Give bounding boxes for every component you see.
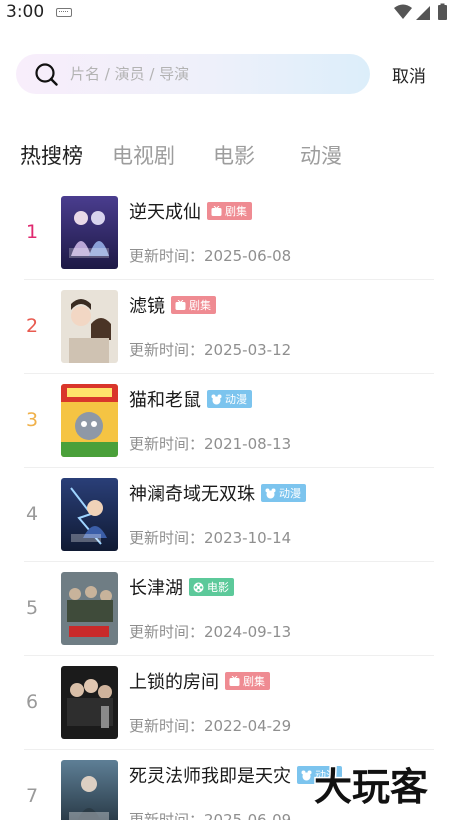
list-item[interactable]: 3 猫和老鼠 动漫 更新时间：2021-08-13 [0,374,458,468]
poster-image [61,478,118,551]
rank-number: 4 [25,503,39,525]
item-title: 神澜奇域无双珠 [129,484,255,505]
list-item[interactable]: 6 上锁的房间 剧集 更新时间：2022-04-29 [0,656,458,750]
list-item[interactable]: 5 长津湖 电影 更新时间：2024-09-13 [0,562,458,656]
tab-movies[interactable]: 电影 [213,140,255,170]
cancel-button[interactable]: 取消 [392,62,426,87]
tab-tv-series[interactable]: 电视剧 [112,140,175,170]
category-badge: 剧集 [171,296,216,314]
signal-icon [416,6,430,20]
rank-number: 6 [25,691,39,713]
poster-image [61,384,118,457]
update-time: 更新时间：2024-09-13 [129,623,292,641]
rank-number: 3 [25,409,39,431]
poster-image [61,196,118,269]
item-title: 逆天成仙 [129,202,201,223]
category-badge: 剧集 [225,672,270,690]
badge-label: 剧集 [189,299,211,312]
category-badge: 剧集 [207,202,252,220]
tab-hot-search[interactable]: 热搜榜 [20,140,83,170]
badge-label: 剧集 [225,205,247,218]
rank-number: 1 [25,221,39,243]
film-reel-icon [193,582,204,592]
list-item[interactable]: 2 滤镜 剧集 更新时间：2025-03-12 [0,280,458,374]
tv-icon [211,205,222,216]
category-tabs: 热搜榜 电视剧 电影 动漫 [0,140,458,174]
badge-label: 动漫 [279,487,301,500]
wifi-icon [394,4,412,19]
category-badge: 动漫 [207,390,252,408]
category-badge: 动漫 [261,484,306,502]
watermark-text: 大玩客 [314,765,428,809]
list-item[interactable]: 4 神澜奇域无双珠 动漫 更新时间：2023-10-14 [0,468,458,562]
badge-label: 电影 [207,581,229,594]
poster-image [61,290,118,363]
badge-label: 剧集 [243,675,265,688]
update-time: 更新时间：2025-06-09 [129,811,292,820]
item-title: 长津湖 [129,578,183,599]
update-time: 更新时间：2023-10-14 [129,529,292,547]
bear-icon [265,488,276,498]
poster-image [61,572,118,645]
status-time: 3:00 [6,2,45,22]
bear-icon [211,394,222,404]
rank-number: 5 [25,597,39,619]
update-time: 更新时间：2025-03-12 [129,341,292,359]
tab-anime[interactable]: 动漫 [300,140,342,170]
update-time: 更新时间：2022-04-29 [129,717,292,735]
item-title: 死灵法师我即是天灾 [129,766,291,787]
search-input[interactable] [70,54,360,94]
list-item[interactable]: 1 逆天成仙 剧集 更新时间：2025-06-08 [0,186,458,280]
search-icon[interactable] [34,62,58,86]
battery-icon [438,5,447,20]
rank-number: 2 [25,315,39,337]
item-title: 猫和老鼠 [129,390,201,411]
category-badge: 电影 [189,578,234,596]
update-time: 更新时间：2025-06-08 [129,247,292,265]
tv-icon [229,675,240,686]
tv-icon [175,299,186,310]
watermark-logo: 大玩客 [313,764,430,811]
rank-number: 7 [25,785,39,807]
status-bar: 3:00 [0,0,458,26]
search-bar [16,54,370,94]
keyboard-icon [56,8,72,17]
item-title: 上锁的房间 [129,672,219,693]
item-title: 滤镜 [129,296,165,317]
update-time: 更新时间：2021-08-13 [129,435,292,453]
bear-icon [301,770,312,780]
poster-image [61,666,118,739]
badge-label: 动漫 [225,393,247,406]
poster-image [61,760,118,820]
status-icons [394,3,447,20]
